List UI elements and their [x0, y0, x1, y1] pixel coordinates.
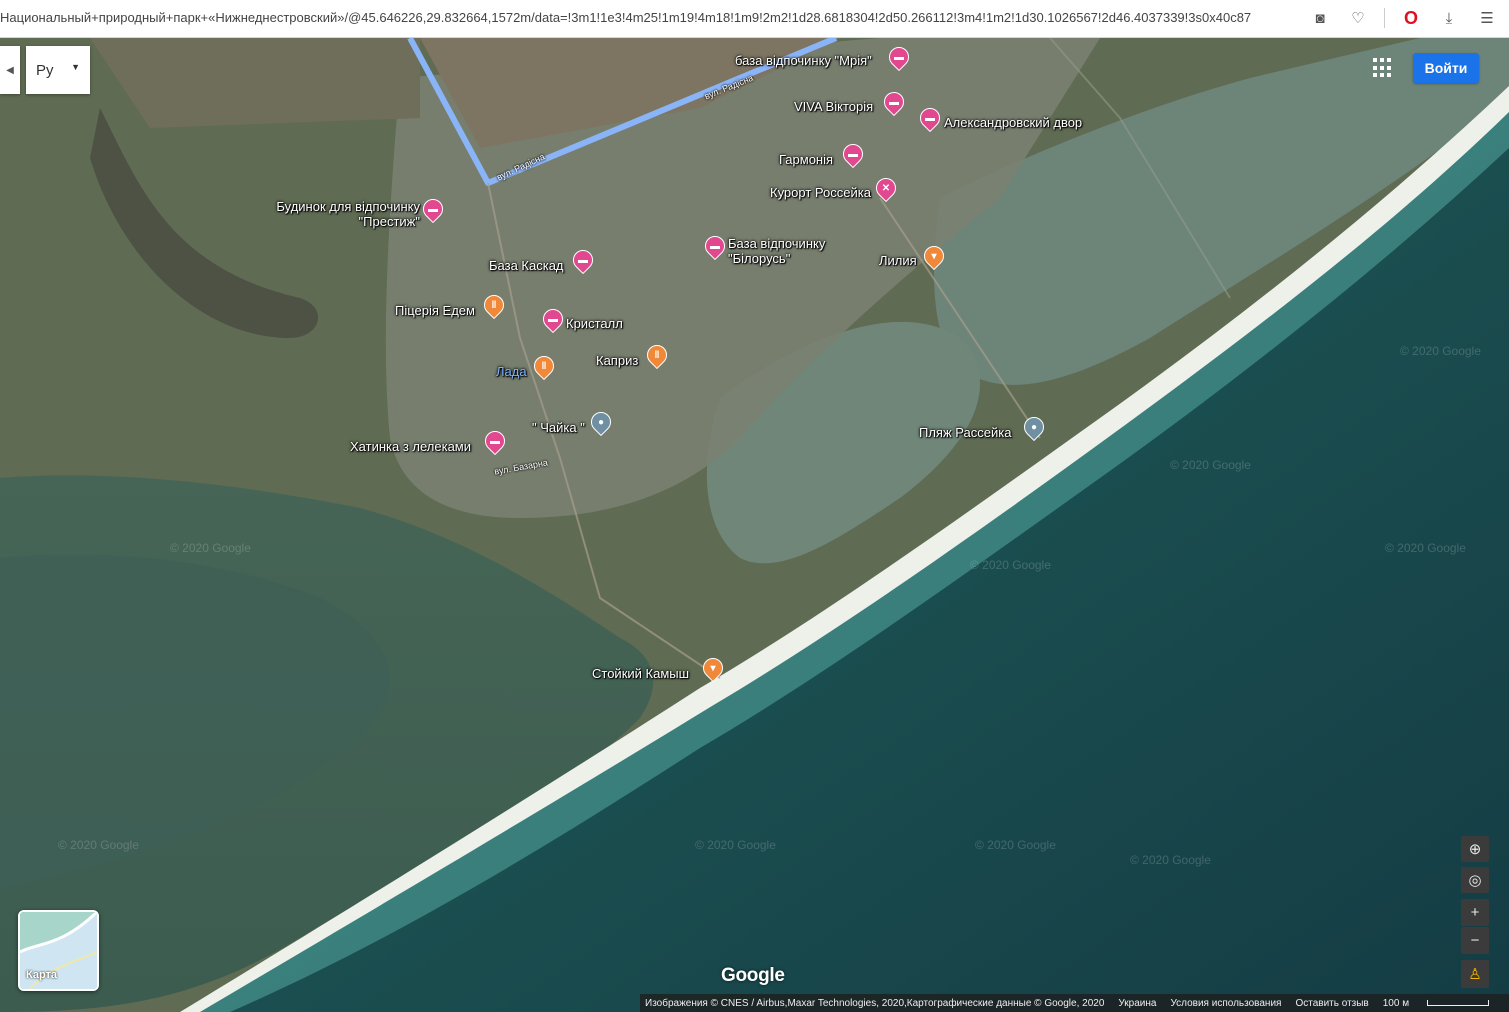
poi-pin[interactable]: ● — [586, 407, 616, 440]
food-pin[interactable]: ‖ — [529, 351, 559, 384]
dot-icon: ● — [1030, 421, 1038, 433]
place-label-kaskad[interactable]: База Каскад — [489, 258, 564, 273]
bed-icon: ▬ — [490, 435, 500, 447]
watermark: © 2020 Google — [1385, 541, 1466, 555]
bed-icon: ▬ — [548, 313, 558, 325]
bed-icon: ▬ — [889, 96, 899, 108]
watermark: © 2020 Google — [970, 558, 1051, 572]
watermark: © 2020 Google — [975, 838, 1056, 852]
bed-icon: ▬ — [848, 148, 858, 160]
place-label-khatynka[interactable]: Хатинка з лелеками — [350, 439, 471, 454]
pegman-icon[interactable]: ♙ — [1461, 960, 1489, 988]
hotel-pin[interactable]: ▬ — [538, 304, 568, 337]
place-label-prestizh[interactable]: Будинок для відпочинку "Престиж" — [276, 199, 420, 229]
food-pin[interactable]: ▾ — [698, 653, 728, 686]
fork-knife-icon: ‖ — [491, 299, 497, 311]
hotel-pin[interactable]: ▬ — [700, 231, 730, 264]
menu-icon[interactable]: ☰ — [1475, 6, 1499, 30]
place-label-garmonia[interactable]: Гармонія — [779, 152, 833, 167]
apps-grid-icon[interactable] — [1373, 58, 1393, 78]
zoom-out-button[interactable]: − — [1461, 927, 1489, 954]
hotel-pin[interactable]: ▬ — [418, 194, 448, 227]
bed-icon: ▬ — [894, 51, 904, 63]
food-pin[interactable]: ▾ — [919, 241, 949, 274]
fork-knife-icon: ‖ — [654, 349, 660, 361]
minimap-label: Карта — [26, 969, 58, 981]
bed-icon: ▬ — [710, 240, 720, 252]
url-text[interactable]: Национальный+природный+парк+«Нижнеднестр… — [0, 10, 1335, 25]
chevron-down-icon: ▼ — [71, 62, 80, 72]
bed-icon: ▬ — [925, 112, 935, 124]
triangle-left-icon: ◀ — [6, 64, 14, 76]
place-label-belarus[interactable]: База відпочинку "Білорусь" — [728, 236, 848, 266]
satellite-imagery — [0, 38, 1509, 1012]
language-value: Ру — [36, 61, 54, 79]
scale-label: 100 м — [1382, 997, 1410, 1009]
map-type-toggle[interactable]: Карта — [18, 910, 99, 991]
imagery-attribution: Изображения © CNES / Airbus,Maxar Techno… — [645, 997, 1105, 1009]
terms-link[interactable]: Условия использования — [1170, 998, 1281, 1009]
bed-icon: ▬ — [578, 254, 588, 266]
place-label-edem[interactable]: Піцерія Едем — [395, 303, 475, 318]
watermark: © 2020 Google — [58, 838, 139, 852]
food-pin[interactable]: ‖ — [479, 290, 509, 323]
cup-icon: ▾ — [931, 250, 937, 262]
hotel-pin[interactable]: ▬ — [568, 245, 598, 278]
feedback-link[interactable]: Оставить отзыв — [1295, 998, 1368, 1009]
place-label-lada[interactable]: Лада — [496, 364, 527, 379]
browser-url-bar[interactable]: Национальный+природный+парк+«Нижнеднестр… — [0, 0, 1509, 38]
language-select[interactable]: Ру ▼ — [26, 46, 90, 94]
food-pin[interactable]: ‖ — [642, 340, 672, 373]
place-label-rosseyka[interactable]: Курорт Россейка — [770, 185, 871, 200]
place-label-mriya[interactable]: база відпочинку "Мрія" — [735, 53, 872, 68]
hotel-pin[interactable]: ▬ — [838, 139, 868, 172]
place-label-chayka[interactable]: " Чайка " — [532, 420, 585, 435]
zoom-in-button[interactable]: + — [1461, 899, 1489, 926]
collapse-panel-button[interactable]: ◀ — [0, 46, 20, 94]
watermark: © 2020 Google — [695, 838, 776, 852]
download-icon[interactable]: ⤓ — [1437, 6, 1461, 30]
place-label-kamysh[interactable]: Стойкий Камыш — [592, 666, 689, 681]
bed-icon: ▬ — [428, 203, 438, 215]
poi-pin[interactable]: ● — [1019, 412, 1049, 445]
watermark: © 2020 Google — [1400, 344, 1481, 358]
satellite-map[interactable]: © 2020 Google © 2020 Google © 2020 Googl… — [0, 38, 1509, 1012]
toolbar-divider — [1384, 8, 1385, 28]
watermark: © 2020 Google — [170, 541, 251, 555]
signin-button[interactable]: Войти — [1413, 53, 1479, 83]
hotel-pin[interactable]: ▬ — [480, 426, 510, 459]
place-label-kapriz[interactable]: Каприз — [596, 353, 638, 368]
place-label-aleks[interactable]: Александровский двор — [944, 115, 1082, 130]
scale-indicator[interactable]: 100 м — [1383, 998, 1503, 1009]
scale-bar — [1427, 999, 1490, 1006]
cocktail-icon: ▾ — [710, 662, 716, 674]
google-logo: Google — [721, 965, 785, 986]
opera-icon[interactable]: O — [1399, 6, 1423, 30]
browser-toolbar-icons: ◙ ♡ O ⤓ ☰ — [1308, 6, 1499, 30]
resort-pin[interactable]: ✕ — [871, 173, 901, 206]
place-label-kristall[interactable]: Кристалл — [566, 316, 623, 331]
watermark: © 2020 Google — [1170, 458, 1251, 472]
heart-icon[interactable]: ♡ — [1346, 6, 1370, 30]
place-label-liliya[interactable]: Лилия — [879, 253, 917, 268]
fork-knife-icon: ‖ — [541, 360, 547, 372]
attribution-bar: Изображения © CNES / Airbus,Maxar Techno… — [640, 994, 1509, 1012]
hotel-pin[interactable]: ▬ — [884, 42, 914, 75]
place-label-viva[interactable]: VIVA Вікторія — [794, 99, 873, 114]
globe-icon[interactable]: ⊕ — [1461, 836, 1489, 862]
hotel-pin[interactable]: ▬ — [915, 103, 945, 136]
hotel-pin[interactable]: ▬ — [879, 87, 909, 120]
region-link[interactable]: Украина — [1118, 998, 1156, 1009]
camera-icon[interactable]: ◙ — [1308, 6, 1332, 30]
watermark: © 2020 Google — [1130, 853, 1211, 867]
resort-icon: ✕ — [881, 182, 891, 194]
place-label-plyazh[interactable]: Пляж Рассейка — [919, 425, 1011, 440]
my-location-icon[interactable]: ◎ — [1461, 867, 1489, 893]
dot-icon: ● — [597, 416, 605, 428]
